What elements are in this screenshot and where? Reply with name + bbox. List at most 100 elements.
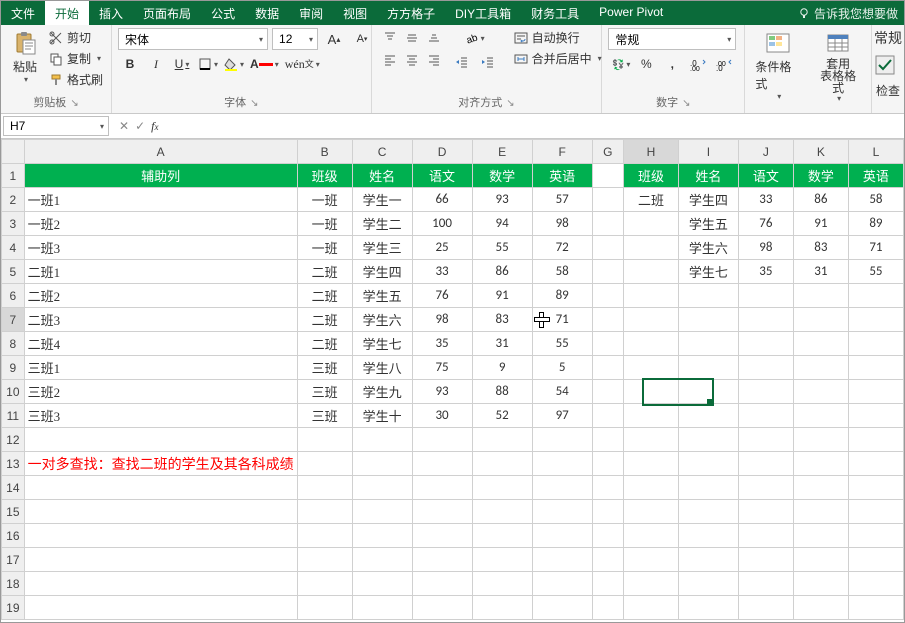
tab-finance-tools[interactable]: 财务工具 <box>521 1 589 25</box>
cell[interactable] <box>848 596 903 620</box>
cell[interactable] <box>592 428 623 452</box>
cell[interactable]: 一班1 <box>24 188 297 212</box>
cell[interactable] <box>297 548 352 572</box>
row-header[interactable]: 3 <box>2 212 25 236</box>
cell[interactable]: 学生七 <box>352 332 412 356</box>
cell[interactable] <box>738 404 793 428</box>
row-header[interactable]: 11 <box>2 404 25 428</box>
cell[interactable] <box>623 572 678 596</box>
cell[interactable] <box>592 308 623 332</box>
cell[interactable] <box>472 548 532 572</box>
cell[interactable]: 三班3 <box>24 404 297 428</box>
row-header[interactable]: 18 <box>2 572 25 596</box>
cell[interactable] <box>24 548 297 572</box>
cell[interactable]: 二班2 <box>24 284 297 308</box>
name-box-input[interactable] <box>8 118 98 134</box>
cell[interactable] <box>532 452 592 476</box>
cell[interactable]: 一对多查找：查找二班的学生及其各科成绩 <box>24 452 297 476</box>
cell[interactable] <box>848 500 903 524</box>
decrease-decimal-button[interactable]: .00.0 <box>712 54 736 74</box>
cell[interactable]: 三班1 <box>24 356 297 380</box>
cell[interactable]: 三班2 <box>24 380 297 404</box>
cell[interactable]: 9 <box>472 356 532 380</box>
tab-view[interactable]: 视图 <box>333 1 377 25</box>
row-header[interactable]: 8 <box>2 332 25 356</box>
cell[interactable]: 数学 <box>793 164 848 188</box>
check-button[interactable]: 检查 <box>874 54 902 99</box>
cell[interactable]: 83 <box>472 308 532 332</box>
cell[interactable]: 语文 <box>412 164 472 188</box>
cell[interactable]: 94 <box>472 212 532 236</box>
cell[interactable] <box>623 236 678 260</box>
cell[interactable] <box>412 548 472 572</box>
cell[interactable]: 一班 <box>297 188 352 212</box>
paste-button[interactable]: 粘贴▾ <box>7 28 43 86</box>
cell[interactable] <box>738 476 793 500</box>
cell[interactable]: 55 <box>532 332 592 356</box>
cell[interactable] <box>738 452 793 476</box>
cell[interactable] <box>793 548 848 572</box>
cell[interactable]: 33 <box>738 188 793 212</box>
cell[interactable]: 学生三 <box>352 236 412 260</box>
cell[interactable] <box>738 524 793 548</box>
align-middle-button[interactable] <box>400 28 424 48</box>
cell[interactable] <box>678 476 738 500</box>
cell[interactable]: 30 <box>412 404 472 428</box>
underline-button[interactable]: U▾ <box>170 54 194 74</box>
cell[interactable]: 71 <box>848 236 903 260</box>
cell[interactable] <box>623 452 678 476</box>
cell[interactable] <box>297 500 352 524</box>
cell[interactable]: 一班 <box>297 212 352 236</box>
cell[interactable] <box>793 404 848 428</box>
cell[interactable] <box>738 500 793 524</box>
cell[interactable]: 三班 <box>297 356 352 380</box>
cell[interactable]: 33 <box>412 260 472 284</box>
cell[interactable]: 100 <box>412 212 472 236</box>
cell[interactable]: 25 <box>412 236 472 260</box>
cell[interactable] <box>623 548 678 572</box>
number-format-select[interactable]: ▾ <box>608 28 736 50</box>
col-header[interactable]: D <box>412 140 472 164</box>
cell[interactable] <box>848 548 903 572</box>
cell[interactable]: 班级 <box>623 164 678 188</box>
cell[interactable] <box>412 428 472 452</box>
font-size-select[interactable]: ▾ <box>272 28 318 50</box>
cell[interactable]: 58 <box>848 188 903 212</box>
cell[interactable] <box>297 572 352 596</box>
cell[interactable] <box>623 596 678 620</box>
dialog-launcher-icon[interactable]: ↘ <box>250 97 258 111</box>
cell[interactable]: 学生五 <box>678 212 738 236</box>
cell[interactable]: 54 <box>532 380 592 404</box>
col-header[interactable]: K <box>793 140 848 164</box>
cell[interactable] <box>592 572 623 596</box>
cell[interactable] <box>472 428 532 452</box>
select-all-corner[interactable] <box>2 140 25 164</box>
cell[interactable]: 35 <box>738 260 793 284</box>
cell[interactable]: 姓名 <box>678 164 738 188</box>
cell[interactable] <box>297 524 352 548</box>
col-header[interactable]: E <box>472 140 532 164</box>
col-header[interactable]: L <box>848 140 903 164</box>
formula-input[interactable] <box>166 115 905 137</box>
cell[interactable] <box>678 500 738 524</box>
col-header[interactable]: H <box>623 140 678 164</box>
cell[interactable] <box>592 236 623 260</box>
cell[interactable]: 76 <box>738 212 793 236</box>
cell[interactable] <box>793 284 848 308</box>
col-header[interactable]: F <box>532 140 592 164</box>
cell[interactable] <box>623 524 678 548</box>
cell[interactable]: 93 <box>412 380 472 404</box>
cell[interactable] <box>592 596 623 620</box>
cell[interactable] <box>848 380 903 404</box>
cell[interactable] <box>793 572 848 596</box>
cell[interactable]: 辅助列 <box>24 164 297 188</box>
cell[interactable] <box>592 188 623 212</box>
cell[interactable] <box>678 572 738 596</box>
cell[interactable] <box>793 332 848 356</box>
cell[interactable] <box>848 452 903 476</box>
cell[interactable]: 91 <box>793 212 848 236</box>
cell[interactable] <box>412 476 472 500</box>
cell[interactable]: 三班 <box>297 380 352 404</box>
row-header[interactable]: 13 <box>2 452 25 476</box>
cell[interactable] <box>848 308 903 332</box>
